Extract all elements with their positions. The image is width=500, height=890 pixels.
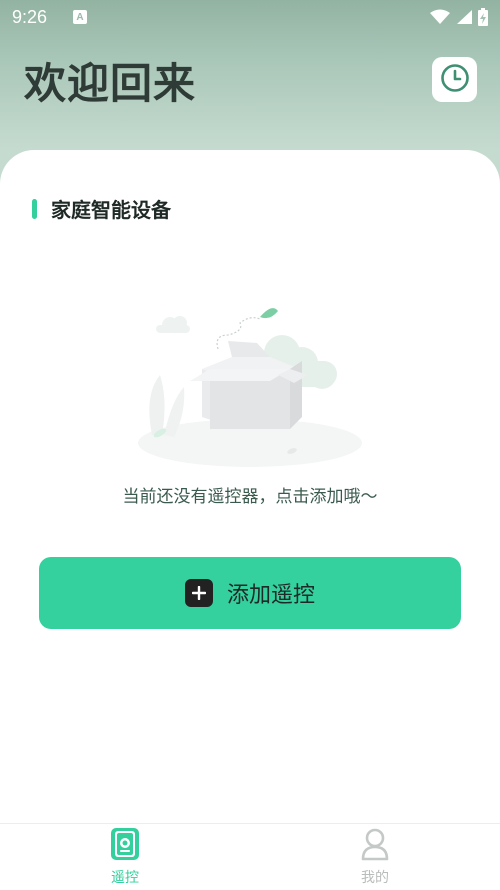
status-bar: 9:26 A [0,0,500,34]
section-accent-bar [32,198,37,219]
main-card: 家庭智能设备 当前还没有遥控器，点击添加哦～ 添加遥控 [0,150,500,830]
bottom-nav: 遥控 我的 [0,823,500,890]
profile-icon [360,827,390,861]
battery-charging-icon [478,8,488,26]
empty-box-illustration [132,305,368,470]
tab-mine-label: 我的 [361,870,389,886]
empty-state-message: 当前还没有遥控器，点击添加哦～ [122,487,378,507]
section-title: 家庭智能设备 [51,198,171,222]
status-icons [430,8,488,26]
notification-a-icon: A [73,10,88,24]
wifi-icon [430,9,450,25]
remote-icon [110,827,140,861]
plus-icon [184,579,213,607]
status-time: 9:26 [12,6,48,27]
tab-remote-label: 遥控 [111,870,139,886]
page-title: 欢迎回来 [24,59,197,108]
tab-mine[interactable]: 我的 [250,824,500,890]
section-header: 家庭智能设备 [32,194,171,223]
add-remote-button[interactable]: 添加遥控 [39,557,461,629]
add-remote-label: 添加遥控 [226,583,315,608]
tab-remote[interactable]: 遥控 [0,824,250,890]
history-button[interactable] [432,57,477,102]
clock-icon [440,63,470,97]
signal-icon [456,9,472,25]
